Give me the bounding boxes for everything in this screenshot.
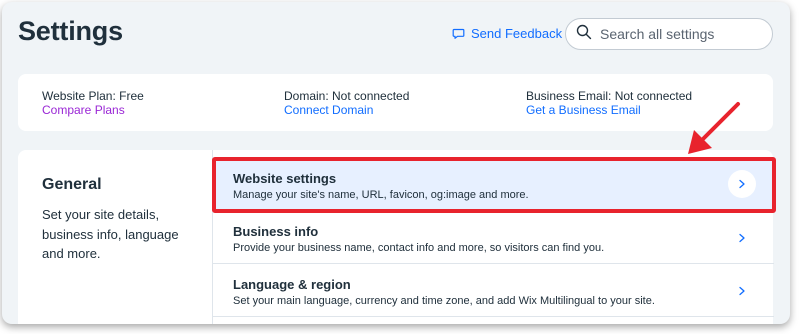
row-title: Language & region [233,277,351,292]
general-settings-list: Website settings Manage your site's name… [212,150,774,324]
business-email-info: Business Email: Not connected Get a Busi… [526,89,692,117]
row-subtitle: Set your main language, currency and tim… [233,295,655,307]
send-feedback-label: Send Feedback [471,26,563,41]
settings-window: Settings Send Feedback Website Plan: Fre… [2,2,790,324]
chat-bubble-icon [452,27,465,40]
page-title: Settings [18,16,123,46]
send-feedback-button[interactable]: Send Feedback [452,26,562,41]
domain-label: Domain: Not connected [284,89,410,103]
plan-info-card: Website Plan: Free Compare Plans Domain:… [18,74,773,131]
general-section-title: General [42,176,102,193]
chevron-right-icon [732,281,752,301]
chevron-right-icon [732,228,752,248]
language-region-row[interactable]: Language & region Set your main language… [213,264,774,317]
chevron-right-icon [728,170,756,198]
website-settings-row[interactable]: Website settings Manage your site's name… [213,158,774,211]
compare-plans-link[interactable]: Compare Plans [42,103,144,117]
search-icon [576,24,592,45]
plan-info: Website Plan: Free Compare Plans [42,89,144,117]
get-business-email-link[interactable]: Get a Business Email [526,103,692,117]
business-info-row[interactable]: Business info Provide your business name… [213,211,774,264]
general-section: General Set your site details, business … [18,150,774,324]
row-subtitle: Provide your business name, contact info… [233,242,605,254]
row-title: Website settings [233,171,337,186]
row-subtitle: Manage your site's name, URL, favicon, o… [233,189,529,201]
general-section-description: Set your site details, business info, la… [42,207,179,261]
domain-info: Domain: Not connected Connect Domain [284,89,409,117]
row-title: Business info [233,224,319,239]
search-box[interactable] [565,18,773,50]
plan-label: Website Plan: Free [42,89,144,103]
business-email-label: Business Email: Not connected [526,89,693,103]
connect-domain-link[interactable]: Connect Domain [284,103,409,117]
search-input[interactable] [600,26,760,42]
